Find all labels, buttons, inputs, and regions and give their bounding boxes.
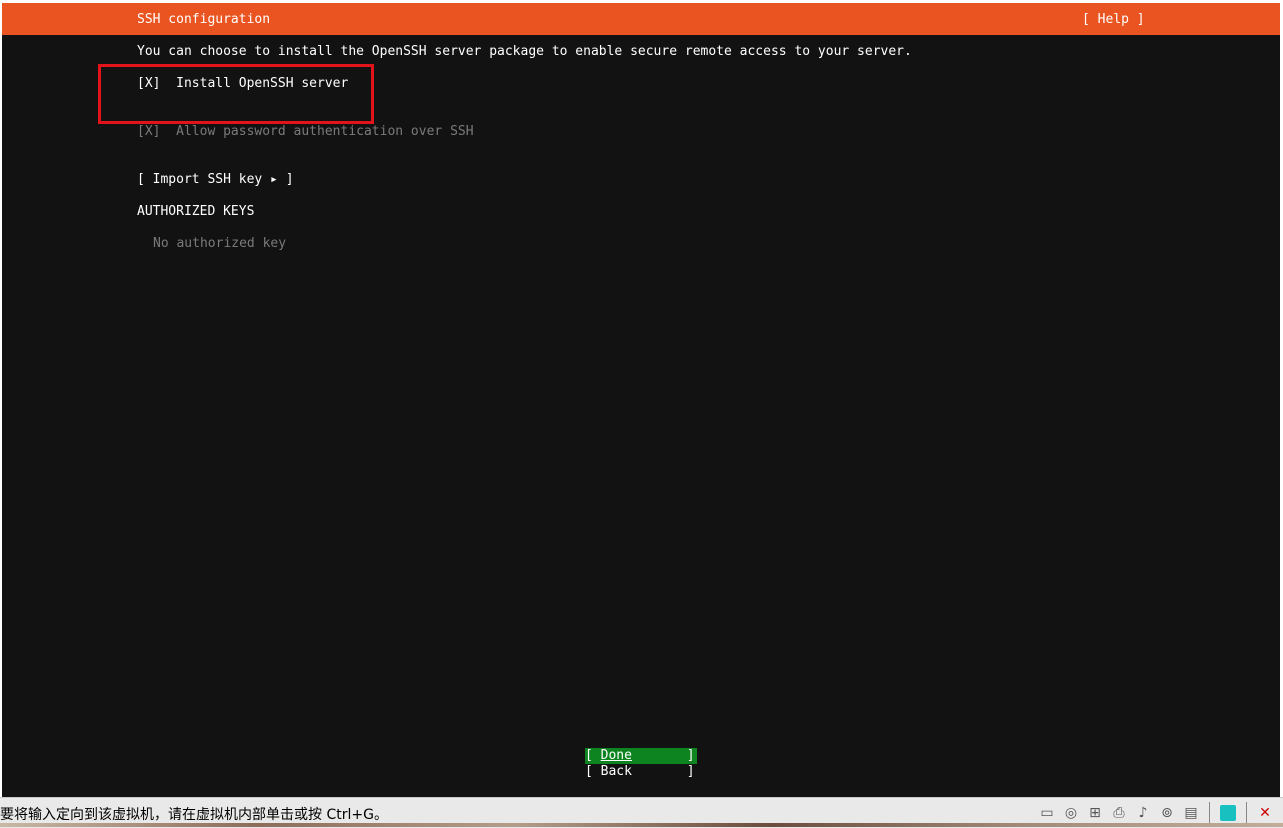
allow-password-auth-checkbox[interactable]: [X] Allow password authentication over S… <box>137 124 474 140</box>
done-button[interactable]: [ Done ] <box>585 748 697 764</box>
desktop-background-strip <box>0 823 1283 827</box>
no-authorized-key-text: No authorized key <box>153 236 287 251</box>
import-ssh-key-button[interactable]: [ Import SSH key ▸ ] <box>137 172 294 188</box>
device-disconnected-icon[interactable]: ✕ <box>1255 803 1275 823</box>
network-icon[interactable]: ⊞ <box>1085 803 1105 823</box>
back-button[interactable]: [ Back ] <box>585 764 697 780</box>
description-text: You can choose to install the OpenSSH se… <box>137 44 912 59</box>
header-bar: SSH configuration [ Help ] <box>2 3 1280 35</box>
cd-rom-icon[interactable]: ◎ <box>1061 803 1081 823</box>
annotation-highlight-box <box>98 64 374 124</box>
done-label: Done <box>600 748 632 763</box>
done-bracket-open: [ <box>585 748 601 763</box>
vm-console[interactable]: SSH configuration [ Help ] You can choos… <box>2 3 1280 797</box>
page-title: SSH configuration <box>137 12 271 27</box>
device-tray: ▭ ◎ ⊞ ⎙ ♪ ⊚ ▤ ✕ <box>1037 802 1275 824</box>
hard-disk-icon[interactable]: ▭ <box>1037 803 1057 823</box>
tray-separator <box>1246 802 1247 824</box>
usb-icon[interactable]: ⊚ <box>1157 803 1177 823</box>
help-button[interactable]: [ Help ] <box>1082 12 1145 28</box>
sound-icon[interactable]: ♪ <box>1133 803 1153 823</box>
status-message: 要将输入定向到该虚拟机，请在虚拟机内部单击或按 Ctrl+G。 <box>0 807 388 823</box>
printer-icon[interactable]: ⎙ <box>1109 803 1129 823</box>
tray-separator <box>1209 802 1210 824</box>
done-bracket-close: ] <box>631 748 695 763</box>
authorized-keys-heading: AUTHORIZED KEYS <box>137 204 255 219</box>
floppy-icon[interactable]: ▤ <box>1181 803 1201 823</box>
note-icon[interactable] <box>1218 803 1238 823</box>
